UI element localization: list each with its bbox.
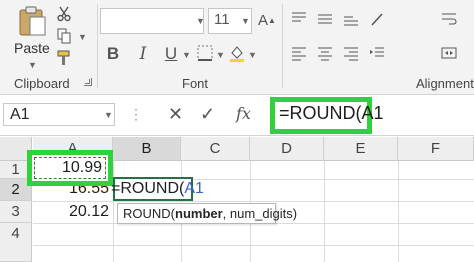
font-size-value: 11 — [214, 11, 230, 28]
merge-center-icon[interactable] — [440, 44, 458, 62]
column-header-e[interactable]: E — [324, 137, 398, 161]
tooltip-current-argument: number — [175, 206, 223, 221]
copy-dropdown-icon[interactable]: ▼ — [78, 32, 87, 42]
paste-button[interactable] — [14, 4, 50, 38]
italic-button[interactable]: I — [134, 44, 152, 64]
font-name-dropdown-icon[interactable]: ▼ — [196, 16, 205, 26]
underline-dropdown-icon[interactable]: ▼ — [182, 50, 191, 60]
function-tooltip[interactable]: ROUND(number, num_digits) — [117, 203, 297, 224]
cut-icon[interactable] — [56, 6, 72, 22]
clipboard-group-label: Clipboard — [14, 76, 70, 91]
borders-icon[interactable] — [196, 44, 214, 62]
gridline — [33, 201, 474, 202]
cell-b2-reference: A1 — [184, 180, 204, 197]
increase-font-size-icon[interactable]: A ▲ — [258, 10, 276, 30]
align-right-icon[interactable] — [342, 44, 360, 62]
orientation-icon[interactable] — [368, 10, 386, 28]
row-header-4[interactable]: 4 — [0, 223, 32, 262]
fill-color-icon[interactable] — [228, 44, 246, 62]
alignment-group-label: Alignment — [416, 76, 474, 91]
font-name-box[interactable] — [100, 8, 204, 34]
underline-button[interactable]: U — [162, 44, 180, 64]
copy-icon[interactable] — [56, 28, 72, 44]
group-divider — [97, 4, 98, 88]
column-header-d[interactable]: D — [250, 137, 324, 161]
enter-check-icon[interactable]: ✓ — [200, 104, 215, 125]
align-bottom-icon[interactable] — [342, 10, 360, 28]
column-header-f[interactable]: F — [398, 137, 474, 161]
paste-dropdown-icon[interactable]: ▼ — [28, 60, 37, 70]
cancel-icon[interactable]: ✕ — [168, 104, 183, 125]
cell-b2-function-text: =ROUND( — [111, 180, 185, 197]
bold-button[interactable]: B — [104, 44, 122, 64]
wrap-text-icon[interactable] — [440, 10, 458, 28]
cell-b2-formula[interactable]: =ROUND(A1 — [111, 180, 204, 198]
paste-label: Paste — [14, 40, 50, 56]
fill-color-dropdown-icon[interactable]: ▼ — [248, 50, 257, 60]
cell-a3[interactable]: 20.12 — [33, 203, 109, 221]
gridline — [398, 161, 399, 262]
group-divider — [282, 4, 283, 88]
font-size-dropdown-icon[interactable]: ▼ — [241, 16, 250, 26]
gridline — [33, 245, 474, 246]
font-group-label: Font — [182, 76, 209, 91]
borders-dropdown-icon[interactable]: ▼ — [216, 50, 225, 60]
name-box-dropdown-icon[interactable]: ▼ — [104, 110, 113, 120]
name-box[interactable]: A1 — [3, 103, 115, 126]
column-header-b[interactable]: B — [113, 137, 181, 161]
tooltip-function-name: ROUND( — [123, 206, 175, 221]
align-top-icon[interactable] — [290, 10, 308, 28]
align-middle-icon[interactable] — [316, 10, 334, 28]
insert-function-button[interactable]: fx — [236, 104, 251, 123]
column-header-c[interactable]: C — [181, 137, 250, 161]
clipboard-icon — [19, 6, 46, 36]
gridline — [324, 161, 325, 262]
clipboard-launcher-icon[interactable] — [84, 78, 92, 86]
indent-icon[interactable] — [368, 44, 386, 62]
align-center-icon[interactable] — [316, 44, 334, 62]
formula-bar-grip-icon[interactable]: ⋮ — [129, 104, 143, 124]
ribbon: Paste ▼ ▼ Clipboard ▼ 11 ▼ A ▲ B I U ▼ ▼ … — [0, 0, 474, 95]
format-painter-icon[interactable] — [56, 50, 72, 66]
formula-input[interactable]: =ROUND(A1 — [279, 103, 384, 124]
cell-a1[interactable]: 10.99 — [36, 159, 102, 177]
row-header-3[interactable]: 3 — [0, 201, 32, 223]
align-left-icon[interactable] — [290, 44, 308, 62]
tooltip-remaining-arguments: , num_digits) — [222, 206, 298, 221]
